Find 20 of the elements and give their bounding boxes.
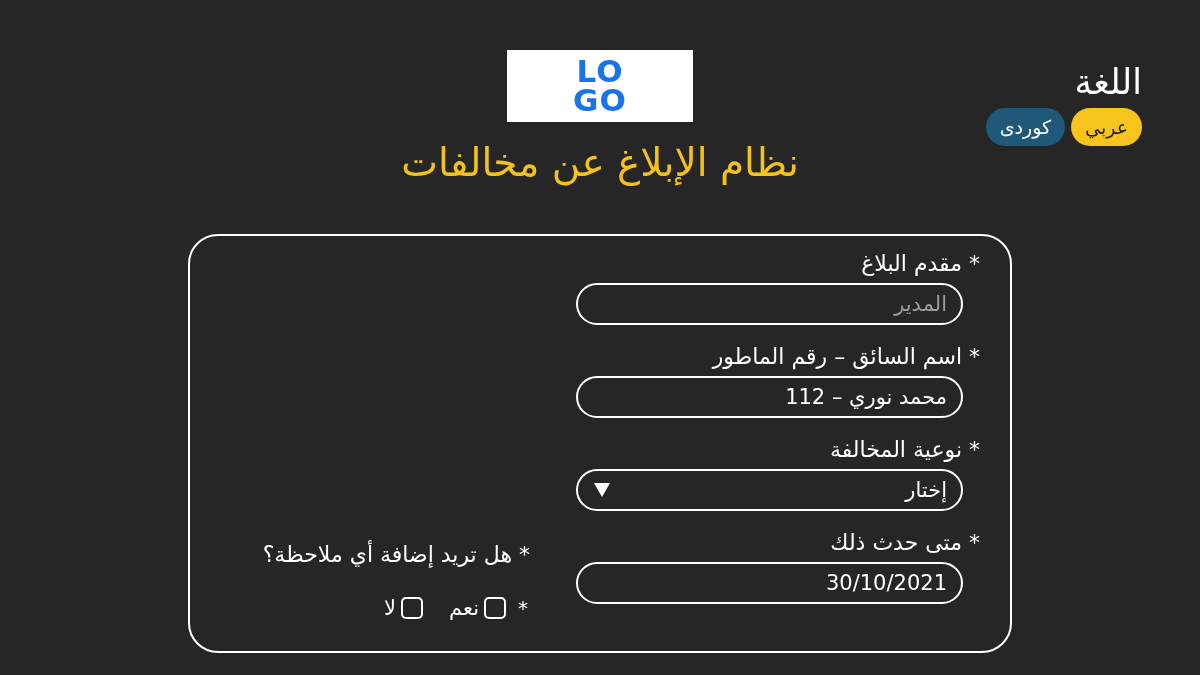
input-field[interactable]: محمد نوري – 112 [576, 376, 963, 418]
language-option[interactable]: عربي [1071, 108, 1142, 146]
language-label: اللغة [1074, 61, 1142, 104]
field-label: * نوعية المخالفة [829, 436, 980, 464]
input-field[interactable]: المدير [576, 283, 963, 325]
required-mark: * [518, 596, 529, 620]
checkbox-label: لا [384, 596, 397, 620]
field-label: * اسم السائق – رقم الماطور [712, 343, 980, 372]
page-title: نظام الإبلاغ عن مخالفات [401, 139, 799, 188]
checkbox[interactable] [484, 597, 506, 619]
field-label: * مقدم البلاغ [861, 250, 980, 278]
language-option[interactable]: كوردى [985, 108, 1066, 146]
logo: LO GO [507, 50, 693, 122]
field-label: * متى حدث ذلك [830, 529, 980, 557]
question-label: * هل تريد إضافة أي ملاحظة؟ [262, 539, 530, 570]
checkbox-label: نعم [449, 596, 479, 620]
checkbox[interactable] [401, 597, 424, 619]
caret-icon [594, 483, 610, 497]
select-field[interactable]: إختار [576, 469, 963, 511]
date-field[interactable]: 30/10/2021 [576, 562, 963, 604]
